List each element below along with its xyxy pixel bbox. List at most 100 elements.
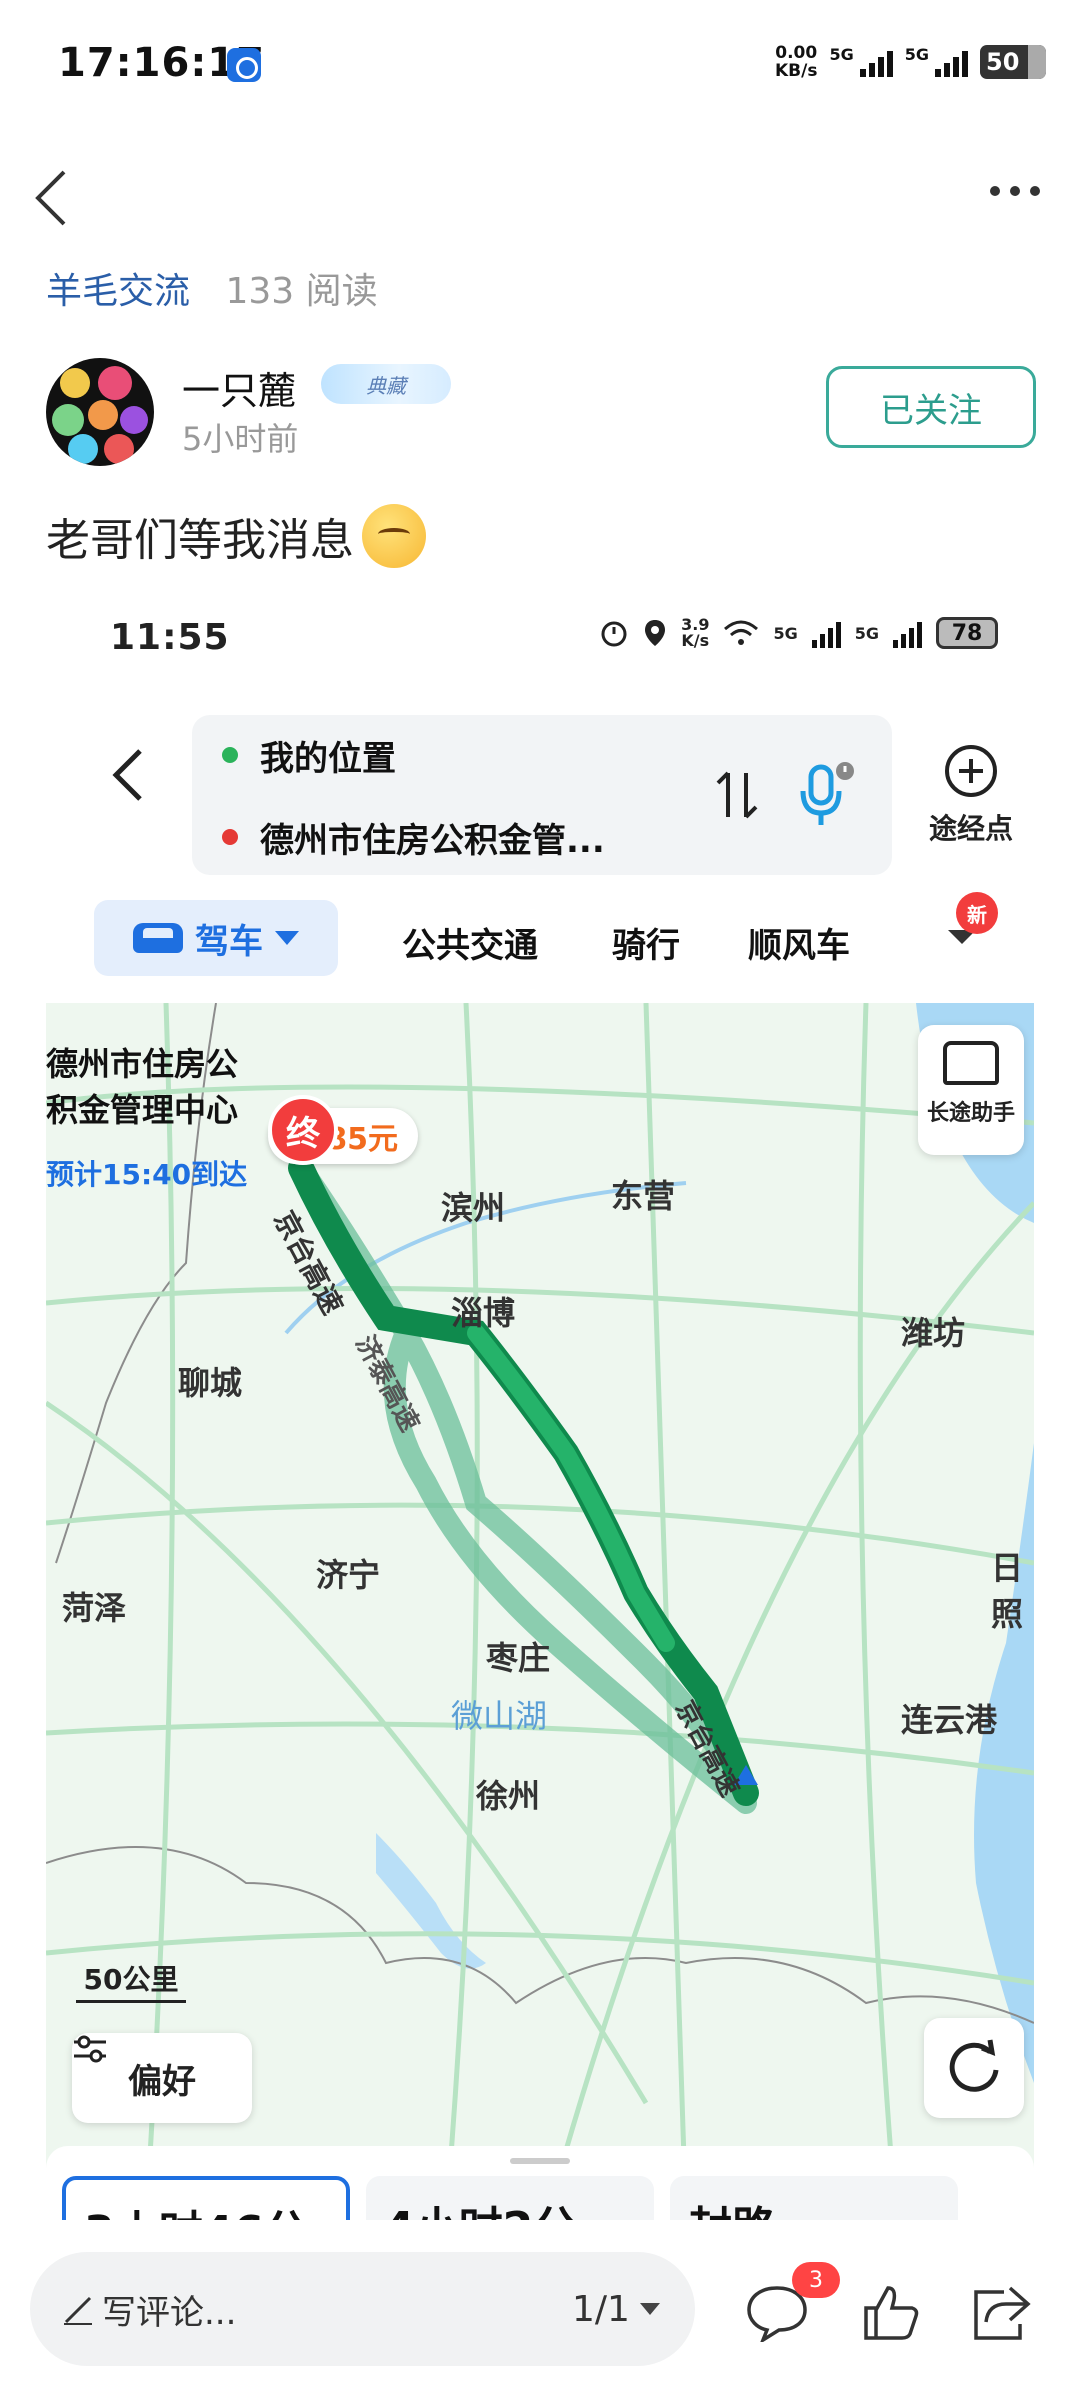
route-options-sheet: 3小时46分 4小时2分 封路 [46,2146,1034,2220]
avatar[interactable] [46,358,154,466]
image-status-bar: 11:55 3.9 K/s 5G 5G 78 [46,595,1034,685]
read-count: 133 阅读 [225,271,378,312]
city-binzhou: 滨州 [441,1189,506,1227]
refresh-button[interactable] [924,2018,1024,2118]
author-badge: 典藏 [321,364,451,404]
refresh-icon [949,2039,999,2092]
app-notification-icon [227,48,261,82]
origin-row[interactable]: 我的位置 [222,725,396,785]
post-meta: 羊毛交流 133 阅读 [46,262,378,314]
city-xuzhou: 徐州 [476,1777,541,1815]
new-badge: 新 [956,892,998,934]
city-jining: 济宁 [316,1556,381,1594]
tab-driving[interactable]: 驾车 [94,900,338,976]
image-signal-1-icon [811,618,841,648]
city-heze: 菏泽 [62,1589,127,1627]
destination-dot-icon [222,829,238,845]
chevron-left-icon[interactable] [30,168,80,228]
tab-driving-label: 驾车 [195,921,263,962]
topic-link[interactable]: 羊毛交流 [46,271,190,312]
car-icon [133,923,183,953]
top-nav-bar [0,150,1080,240]
city-lianyungang: 连云港 [901,1701,998,1739]
city-dongying: 东营 [611,1177,676,1215]
post-image[interactable]: 11:55 3.9 K/s 5G 5G 78 我的位置 德州市住房公积金管... [46,595,1034,2220]
follow-button[interactable]: 已关注 [826,366,1036,448]
image-signal-1-label: 5G [773,623,798,643]
tab-carpool[interactable]: 顺风车 [748,918,850,967]
microphone-icon[interactable] [797,759,857,831]
route-option-3[interactable]: 封路 [670,2176,958,2220]
post-body: 老哥们等我消息 [46,504,426,568]
page-selector[interactable]: 1/1 [572,2252,660,2366]
more-dots-icon[interactable] [990,186,1040,196]
comment-bar: 写评论... 1/1 3 [0,2222,1080,2400]
image-speed-unit: K/s [681,631,710,650]
image-signal-2-icon [893,618,922,648]
city-zibo: 淄博 [451,1294,516,1332]
waypoint-label: 途经点 [928,812,1013,845]
lake-weishan: 微山湖 [451,1697,548,1735]
thumbs-up-icon[interactable] [860,2282,924,2342]
route-back-icon[interactable] [108,745,148,805]
destination-label: 德州市住房公积金管... [260,820,605,861]
signal-1-icon [859,47,893,77]
author-name[interactable]: 一只麓 [182,360,296,415]
post-time: 5小时前 [182,420,299,458]
swap-icon[interactable] [712,767,762,823]
smirk-emoji-icon [362,504,426,568]
travel-mode-tabs: 驾车 公共交通 骑行 顺风车 新 [46,892,1034,980]
long-trip-label: 长途助手 [926,1101,1015,1126]
preference-label: 偏好 [128,2061,196,2102]
signal-2-icon [935,47,968,77]
author-row: 一只麓 典藏 5小时前 已关注 [46,358,1036,468]
battery-level: 50 [986,48,1020,76]
alarm-icon [601,621,627,647]
image-battery-level: 78 [951,620,983,646]
image-status-time: 11:55 [110,617,230,658]
destination-row[interactable]: 德州市住房公积金管... [222,807,605,867]
caret-down-icon [639,2303,660,2315]
status-indicators: 0.00 KB/s 5G 5G 50 [775,44,1046,80]
add-waypoint-button[interactable]: 途经点 [916,745,1026,847]
plus-circle-icon [945,745,997,797]
signal-1-label: 5G [829,44,854,64]
city-zaozhuang: 枣庄 [486,1639,551,1677]
map-view[interactable]: 德州市住房公 积金管理中心 预计15:40到达 185元 终 长途助手 滨州 东… [46,1003,1034,2220]
city-rizhao: 日照 [991,1549,1024,1633]
net-speed: 0.00 KB/s [775,44,817,80]
image-battery-icon: 78 [936,617,998,649]
pencil-icon [64,2296,92,2325]
city-liaocheng: 聊城 [178,1364,243,1402]
long-trip-icon [943,1041,999,1085]
city-weifang: 潍坊 [901,1314,966,1352]
net-speed-value: 0.00 [775,43,818,63]
tab-transit[interactable]: 公共交通 [402,918,538,967]
image-net-speed: 3.9 K/s [681,617,709,649]
route-card: 我的位置 德州市住房公积金管... [192,715,892,875]
battery-icon: 50 [980,45,1046,79]
wifi-icon [724,620,759,645]
sheet-handle[interactable] [510,2158,570,2164]
image-signal-2-label: 5G [854,623,879,643]
eta-label: 预计15:40到达 [46,1158,248,1191]
comment-count-badge: 3 [792,2262,840,2298]
comment-input[interactable]: 写评论... 1/1 [30,2252,695,2366]
comment-placeholder: 写评论... [102,2292,237,2333]
end-marker-icon: 终 [268,1095,338,1165]
origin-label: 我的位置 [260,738,396,779]
destination-name-line1: 德州市住房公 [46,1045,239,1083]
route-option-1[interactable]: 3小时46分 [62,2176,350,2220]
destination-name-line2: 积金管理中心 [46,1091,239,1129]
caret-down-icon [275,931,299,945]
page-indicator: 1/1 [572,2288,630,2330]
location-icon [645,620,666,646]
long-trip-assistant-button[interactable]: 长途助手 [918,1025,1024,1155]
map-scale: 50公里 [76,1958,186,2003]
route-option-2[interactable]: 4小时2分 [366,2176,654,2220]
tab-cycling[interactable]: 骑行 [612,918,680,967]
status-bar: 17:16:17 0.00 KB/s 5G 5G 50 [0,0,1080,130]
share-icon[interactable] [970,2282,1034,2342]
preference-button[interactable]: 偏好 [72,2033,252,2123]
image-status-indicators: 3.9 K/s 5G 5G 78 [599,617,998,649]
